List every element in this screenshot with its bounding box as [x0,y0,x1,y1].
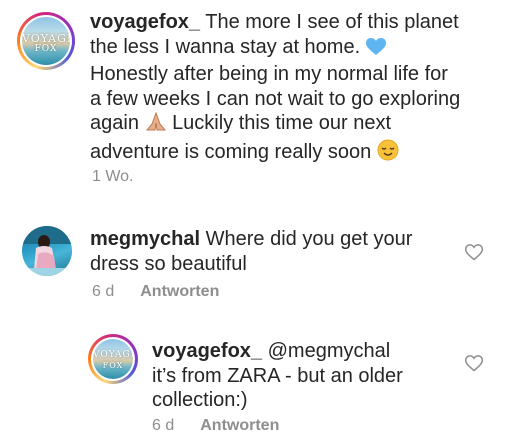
comment-text: The more I see of this planet [205,11,459,33]
reply-button[interactable]: Antworten [140,283,219,300]
avatar-logo-text-sub: FOX [102,361,124,370]
comment-mention[interactable]: @megmychal [268,340,391,362]
comment-text: dress so beautiful [90,252,247,275]
comment-username[interactable]: voyagefox_ [90,11,200,33]
avatar[interactable]: VOYAGE FOX [22,17,70,65]
comment-username[interactable]: megmychal [90,228,200,250]
blue-heart-emoji [365,37,386,63]
comment-text: Where did you get your [205,228,413,250]
comment-text: collection:) [152,389,248,411]
comment-meta: 1 Wo. [92,168,134,186]
comment-meta: 6 d Antworten [152,417,279,435]
comment-time: 6 d [152,417,175,434]
comment-text: it’s from ZARA - but an older [152,364,403,387]
comment-body: voyagefox_ The more I see of this planet… [90,10,500,167]
comment-megmychal: megmychal Where did you get your dress s… [0,210,510,310]
avatar-story-ring[interactable]: VOYAGE FOX [17,12,75,70]
comment-text: the less I wanna stay at home. [90,35,361,58]
comment-meta: 6 d Antworten [92,283,219,301]
relieved-face-emoji [377,139,399,168]
avatar-logo-text-sub: FOX [34,44,58,54]
avatar[interactable]: VOYAGE FOX [93,339,133,379]
comment-body: megmychal Where did you get your dress s… [90,227,450,276]
praying-hands-emoji [145,111,167,139]
comment-voyagefox-1: VOYAGE FOX voyagefox_ The more I see of … [0,0,510,195]
comment-text: Honestly after being in my normal life f… [90,63,448,85]
avatar-logo-text: VOYAGE [93,350,133,360]
avatar-photo [22,226,72,276]
comment-body: voyagefox_ @megmychal it’s from ZARA - b… [152,339,452,413]
comment-time: 1 Wo. [92,168,134,185]
comment-text: a few weeks I can not wait to go explori… [90,87,461,110]
reply-button[interactable]: Antworten [200,417,279,434]
comment-text: adventure is coming really soon [90,140,372,163]
comment-time: 6 d [92,283,115,300]
comment-username[interactable]: voyagefox_ [152,340,262,362]
heart-outline-icon[interactable] [464,353,484,373]
comment-text: again [90,112,139,134]
comment-reply-voyagefox: VOYAGE FOX voyagefox_ @megmychal it’s fr… [0,325,510,441]
avatar[interactable] [22,226,72,276]
avatar-story-ring[interactable]: VOYAGE FOX [88,334,138,384]
comment-text: Luckily this time our next [172,112,392,134]
heart-outline-icon[interactable] [464,242,484,262]
